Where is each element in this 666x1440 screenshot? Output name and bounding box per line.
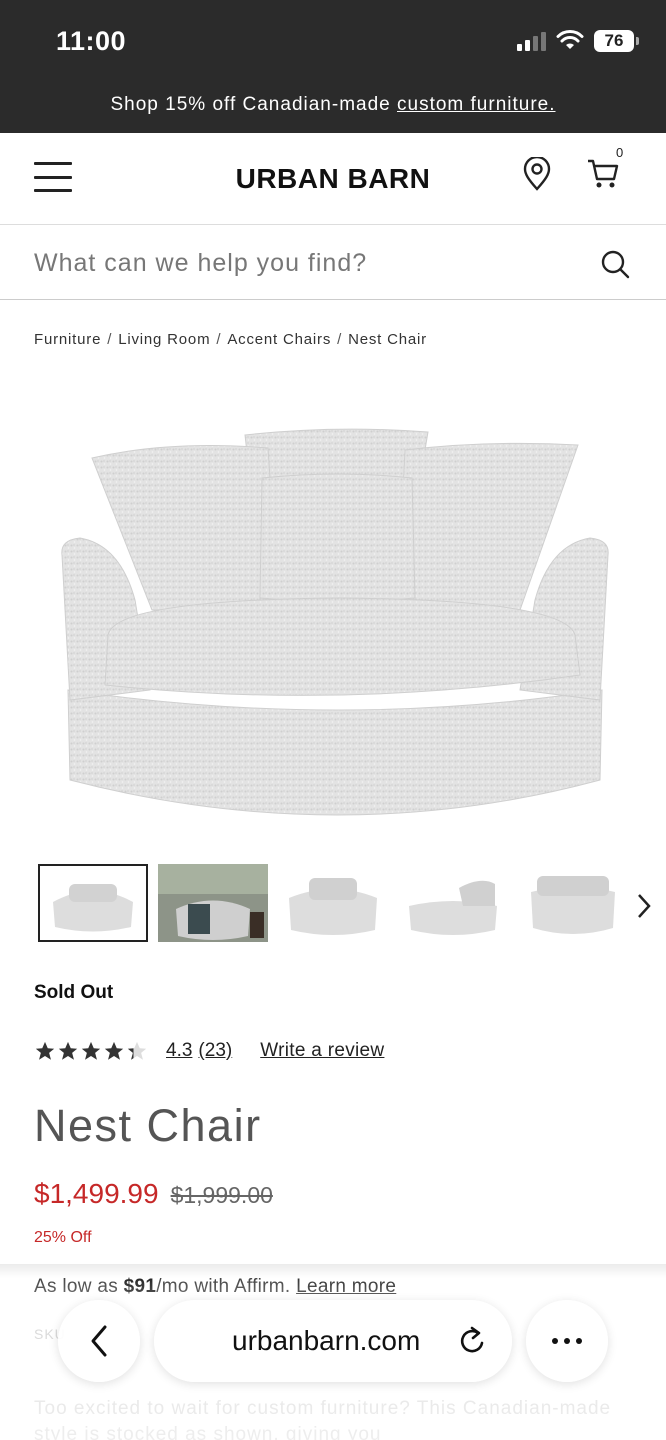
original-price: $1,999.00 [170,1182,273,1208]
search-bar [0,225,666,300]
thumbnail-strip [38,864,628,942]
affirm-suffix: /mo with Affirm. [156,1276,297,1297]
search-input[interactable] [34,243,574,283]
thumbnail-5[interactable] [518,864,628,942]
affirm-amount: $91 [123,1276,157,1297]
sale-price: $1,499.99 [34,1178,159,1209]
write-review-link[interactable]: Write a review [260,1040,384,1062]
store-locator-icon[interactable] [522,157,552,191]
url-text: urbanbarn.com [232,1325,421,1356]
rating-row: 4.3 (23) Write a review [34,1040,384,1062]
product-main-image[interactable] [40,400,630,840]
star-icon [104,1041,124,1060]
product-description: Too excited to wait for custom furniture… [34,1398,612,1440]
discount-label: 25% Off [34,1229,92,1246]
star-icon [81,1041,101,1060]
status-promo-area: 11:00 76 Shop 15% off Canadian-made cust… [0,0,666,133]
thumbnail-3[interactable] [278,864,388,942]
affirm-learn-more-link[interactable]: Learn more [296,1276,396,1297]
availability-status: Sold Out [34,982,114,1003]
cart-count-badge: 0 [616,145,624,160]
star-half-icon [127,1041,147,1060]
browser-address-bar[interactable]: urbanbarn.com [154,1300,512,1382]
site-logo[interactable]: URBAN BARN [0,163,666,195]
breadcrumb-accent-chairs[interactable]: Accent Chairs [227,331,331,348]
review-count[interactable]: (23) [198,1040,232,1062]
reload-icon[interactable] [458,1325,488,1357]
browser-toolbar-shadow [0,1264,666,1278]
breadcrumb-furniture[interactable]: Furniture [34,331,101,348]
star-icon [58,1041,78,1060]
cart-icon[interactable] [586,157,620,191]
star-icon [35,1041,55,1060]
thumbnail-2[interactable] [158,864,268,942]
search-icon[interactable] [600,249,630,279]
browser-back-button[interactable] [58,1300,140,1382]
breadcrumb-current: Nest Chair [348,331,427,348]
affirm-financing: As low as $91/mo with Affirm. Learn more [34,1276,396,1298]
chevron-left-icon [91,1325,107,1357]
breadcrumb: Furniture / Living Room / Accent Chairs / N… [34,331,427,348]
wifi-icon [556,30,584,49]
affirm-prefix: As low as [34,1276,124,1297]
signal-icon [517,31,546,51]
promo-link[interactable]: custom furniture. [397,94,556,115]
price-row: $1,499.99 $1,999.00 [34,1178,273,1210]
star-rating [34,1040,148,1062]
chevron-right-icon[interactable] [634,892,654,920]
battery-icon: 76 [594,30,639,52]
browser-more-button[interactable] [526,1300,608,1382]
status-time: 11:00 [56,26,127,56]
promo-banner: Shop 15% off Canadian-made custom furnit… [0,94,666,116]
rating-value[interactable]: 4.3 [166,1040,192,1062]
thumbnail-4[interactable] [398,864,508,942]
status-icons: 76 [517,30,639,52]
promo-text: Shop 15% off Canadian-made [110,94,397,115]
thumbnail-1[interactable] [38,864,148,942]
product-title: Nest Chair [34,1100,262,1151]
breadcrumb-living-room[interactable]: Living Room [118,331,210,348]
site-header: URBAN BARN 0 [0,133,666,225]
